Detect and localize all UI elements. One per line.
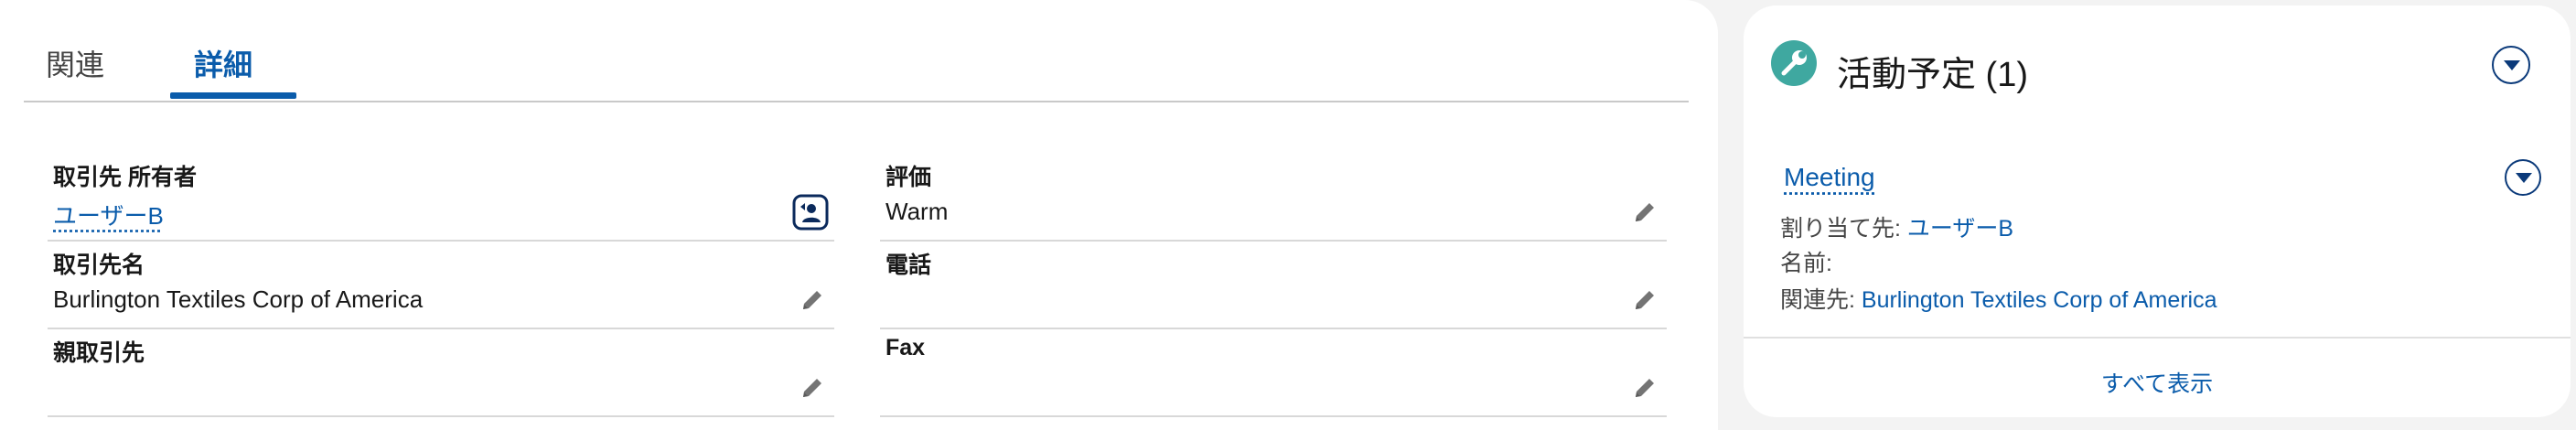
field-label: 取引先 所有者 [53, 165, 197, 190]
related-account-link[interactable]: Burlington Textiles Corp of America [1862, 287, 2217, 313]
field-label: 評価 [886, 165, 932, 190]
field-account-owner: 取引先 所有者 ユーザーB [48, 154, 834, 242]
pencil-icon[interactable] [1632, 375, 1658, 401]
details-card: 関連 詳細 取引先 所有者 ユーザーB 評価 Warm 取引先名 Burling… [0, 0, 1718, 430]
field-value: Burlington Textiles Corp of America [53, 285, 424, 313]
name-label: 名前: [1780, 251, 1832, 276]
field-label: 親取引先 [53, 340, 145, 366]
view-all-link[interactable]: すべて表示 [1744, 366, 2571, 399]
pencil-icon[interactable] [800, 375, 825, 401]
change-owner-icon[interactable] [792, 194, 829, 231]
owner-link[interactable]: ユーザーB [53, 198, 164, 231]
activity-card: 活動予定 (1) Meeting 割り当て先: ユーザーB 名前: 関連先: B… [1744, 5, 2571, 417]
field-rating: 評価 Warm [880, 154, 1667, 242]
tab-bar: 関連 詳細 [24, 0, 1689, 102]
item-menu-chevron-down-icon[interactable] [2505, 159, 2541, 196]
field-label: 電話 [886, 253, 932, 278]
pencil-icon[interactable] [1632, 287, 1658, 313]
related-label: 関連先: [1780, 287, 1855, 313]
related-to-row: 関連先: Burlington Textiles Corp of America [1780, 282, 2217, 315]
field-fax: Fax [880, 329, 1667, 417]
meeting-link[interactable]: Meeting [1784, 163, 1875, 192]
active-tab-indicator [170, 92, 296, 99]
divider [1744, 337, 2571, 339]
assigned-user-link[interactable]: ユーザーB [1907, 216, 2013, 242]
field-parent-account: 親取引先 [48, 329, 834, 417]
name-row: 名前: [1780, 245, 1832, 278]
field-label: Fax [886, 335, 926, 360]
assigned-label: 割り当て先: [1780, 216, 1901, 242]
tab-details[interactable]: 詳細 [194, 42, 252, 84]
pencil-icon[interactable] [800, 287, 825, 313]
field-value: Warm [886, 198, 949, 225]
assigned-to-row: 割り当て先: ユーザーB [1780, 210, 2013, 243]
field-label: 取引先名 [53, 253, 145, 278]
pencil-icon[interactable] [1632, 199, 1658, 225]
activity-title: 活動予定 (1) [1837, 56, 2029, 94]
field-account-name: 取引先名 Burlington Textiles Corp of America [48, 242, 834, 329]
tab-related[interactable]: 関連 [46, 42, 104, 84]
wrench-icon [1771, 40, 1817, 86]
panel-menu-chevron-down-icon[interactable] [2492, 46, 2530, 84]
field-phone: 電話 [880, 242, 1667, 329]
